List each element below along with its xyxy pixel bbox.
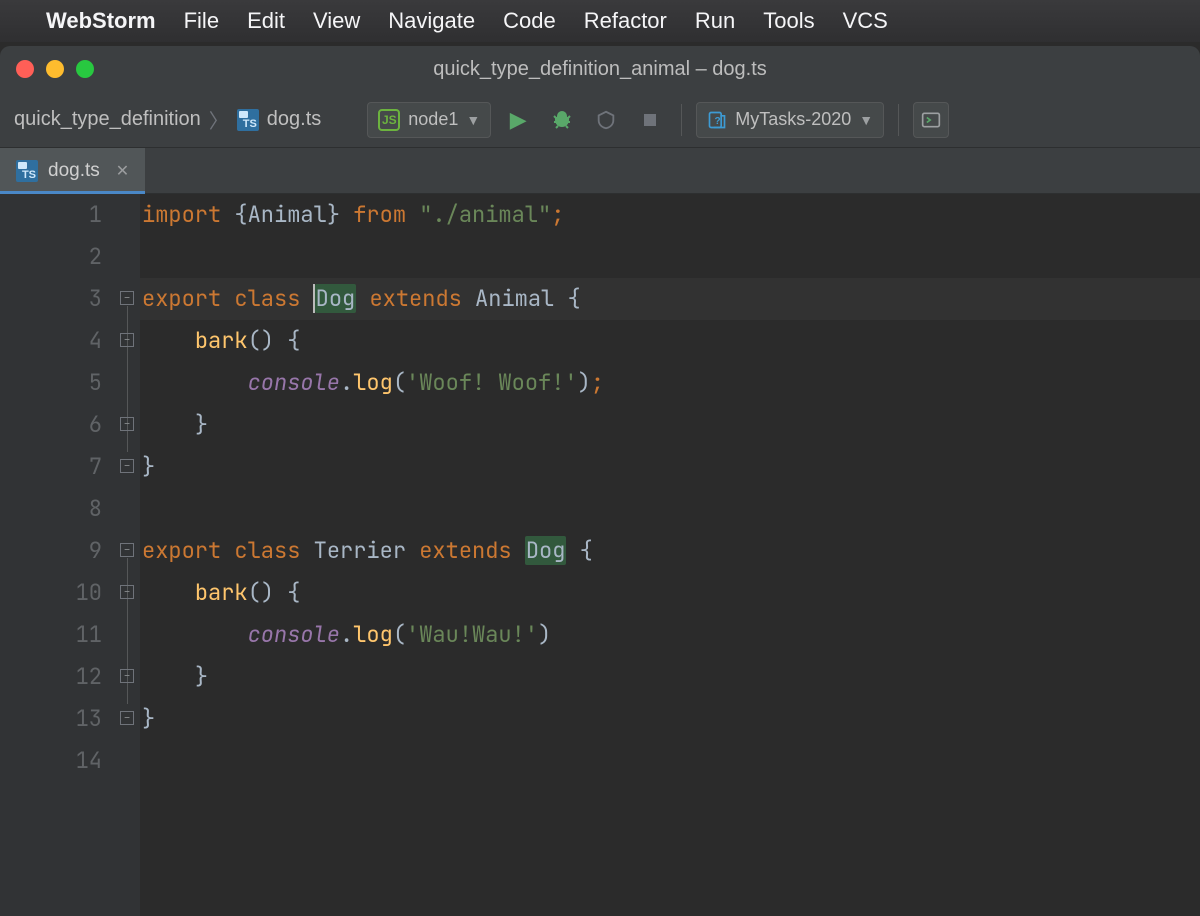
code-line[interactable]: } [142, 446, 1200, 488]
fold-gutter[interactable]: – – – – – – – – [118, 194, 140, 916]
code-line[interactable]: export class Terrier extends Dog { [142, 530, 1200, 572]
chevron-right-icon: 〉 [209, 105, 229, 134]
line-number[interactable]: 12 [0, 656, 102, 698]
task-selector[interactable]: ? MyTasks-2020 ▼ [696, 102, 884, 138]
app-name[interactable]: WebStorm [46, 8, 156, 34]
fold-toggle-icon[interactable]: – [120, 333, 134, 347]
typescript-file-icon: TS [237, 109, 259, 131]
menu-code[interactable]: Code [503, 8, 556, 34]
toolbar-separator [681, 104, 682, 136]
fold-end-icon[interactable]: – [120, 417, 134, 431]
editor-tabs: TS dog.ts ✕ [0, 148, 1200, 194]
fold-toggle-icon[interactable]: – [120, 543, 134, 557]
editor-tab-dog-ts[interactable]: TS dog.ts ✕ [0, 148, 145, 193]
run-config-selector[interactable]: JS node1 ▼ [367, 102, 491, 138]
code-editor[interactable]: 1 2 3 4 5 6 7 8 9 10 11 12 13 14 – – – –… [0, 194, 1200, 916]
fold-toggle-icon[interactable]: – [120, 585, 134, 599]
breadcrumb-file[interactable]: dog.ts [267, 108, 321, 131]
menu-file[interactable]: File [184, 8, 219, 34]
line-number[interactable]: 4 [0, 320, 102, 362]
run-config-label: node1 [408, 109, 458, 130]
window-minimize-button[interactable] [46, 60, 64, 78]
menu-vcs[interactable]: VCS [843, 8, 888, 34]
line-number-gutter[interactable]: 1 2 3 4 5 6 7 8 9 10 11 12 13 14 [0, 194, 118, 916]
fold-toggle-icon[interactable]: – [120, 291, 134, 305]
code-line[interactable]: console.log('Woof! Woof!'); [142, 362, 1200, 404]
stop-button[interactable] [633, 103, 667, 137]
run-button[interactable]: ▶ [501, 103, 535, 137]
line-number[interactable]: 8 [0, 488, 102, 530]
task-label: MyTasks-2020 [735, 109, 851, 130]
line-number[interactable]: 7 [0, 446, 102, 488]
line-number[interactable]: 3 [0, 278, 102, 320]
code-line[interactable] [142, 236, 1200, 278]
window-close-button[interactable] [16, 60, 34, 78]
code-line[interactable]: bark() { [142, 572, 1200, 614]
svg-text:?: ? [715, 116, 721, 127]
fold-end-icon[interactable]: – [120, 669, 134, 683]
main-toolbar: quick_type_definition 〉 TS dog.ts JS nod… [0, 92, 1200, 148]
menu-view[interactable]: View [313, 8, 360, 34]
menu-run[interactable]: Run [695, 8, 735, 34]
chevron-down-icon: ▼ [859, 112, 873, 128]
breadcrumb[interactable]: quick_type_definition 〉 TS dog.ts [8, 105, 327, 134]
task-icon: ? [707, 110, 727, 130]
symbol-dog[interactable]: Dog [315, 284, 357, 313]
run-anything-button[interactable] [913, 102, 949, 138]
line-number[interactable]: 11 [0, 614, 102, 656]
fold-end-icon[interactable]: – [120, 711, 134, 725]
run-with-coverage-button[interactable] [589, 103, 623, 137]
menu-refactor[interactable]: Refactor [584, 8, 667, 34]
editor-tab-label: dog.ts [48, 160, 100, 182]
breadcrumb-root[interactable]: quick_type_definition [14, 108, 201, 131]
line-number[interactable]: 14 [0, 740, 102, 782]
window-titlebar: quick_type_definition_animal – dog.ts [0, 46, 1200, 92]
line-number[interactable]: 2 [0, 236, 102, 278]
traffic-lights [16, 60, 94, 78]
code-line[interactable] [142, 740, 1200, 782]
toolbar-separator [898, 104, 899, 136]
nodejs-icon: JS [378, 109, 400, 131]
line-number[interactable]: 1 [0, 194, 102, 236]
line-number[interactable]: 9 [0, 530, 102, 572]
mac-menubar: WebStorm File Edit View Navigate Code Re… [0, 0, 1200, 42]
window-zoom-button[interactable] [76, 60, 94, 78]
code-line[interactable]: } [142, 698, 1200, 740]
window-title: quick_type_definition_animal – dog.ts [0, 58, 1200, 81]
code-line[interactable]: } [142, 656, 1200, 698]
code-line[interactable]: } [142, 404, 1200, 446]
menu-navigate[interactable]: Navigate [388, 8, 475, 34]
symbol-dog[interactable]: Dog [525, 536, 567, 565]
typescript-file-icon: TS [16, 160, 38, 182]
code-area[interactable]: import {Animal} from "./animal"; export … [140, 194, 1200, 916]
line-number[interactable]: 5 [0, 362, 102, 404]
menu-tools[interactable]: Tools [763, 8, 814, 34]
fold-end-icon[interactable]: – [120, 459, 134, 473]
chevron-down-icon: ▼ [466, 112, 480, 128]
code-line[interactable]: bark() { [142, 320, 1200, 362]
menu-edit[interactable]: Edit [247, 8, 285, 34]
code-line[interactable]: import {Animal} from "./animal"; [142, 194, 1200, 236]
line-number[interactable]: 6 [0, 404, 102, 446]
line-number[interactable]: 13 [0, 698, 102, 740]
code-line[interactable] [142, 488, 1200, 530]
debug-button[interactable] [545, 103, 579, 137]
code-line[interactable]: console.log('Wau!Wau!') [142, 614, 1200, 656]
close-tab-icon[interactable]: ✕ [116, 161, 129, 181]
line-number[interactable]: 10 [0, 572, 102, 614]
